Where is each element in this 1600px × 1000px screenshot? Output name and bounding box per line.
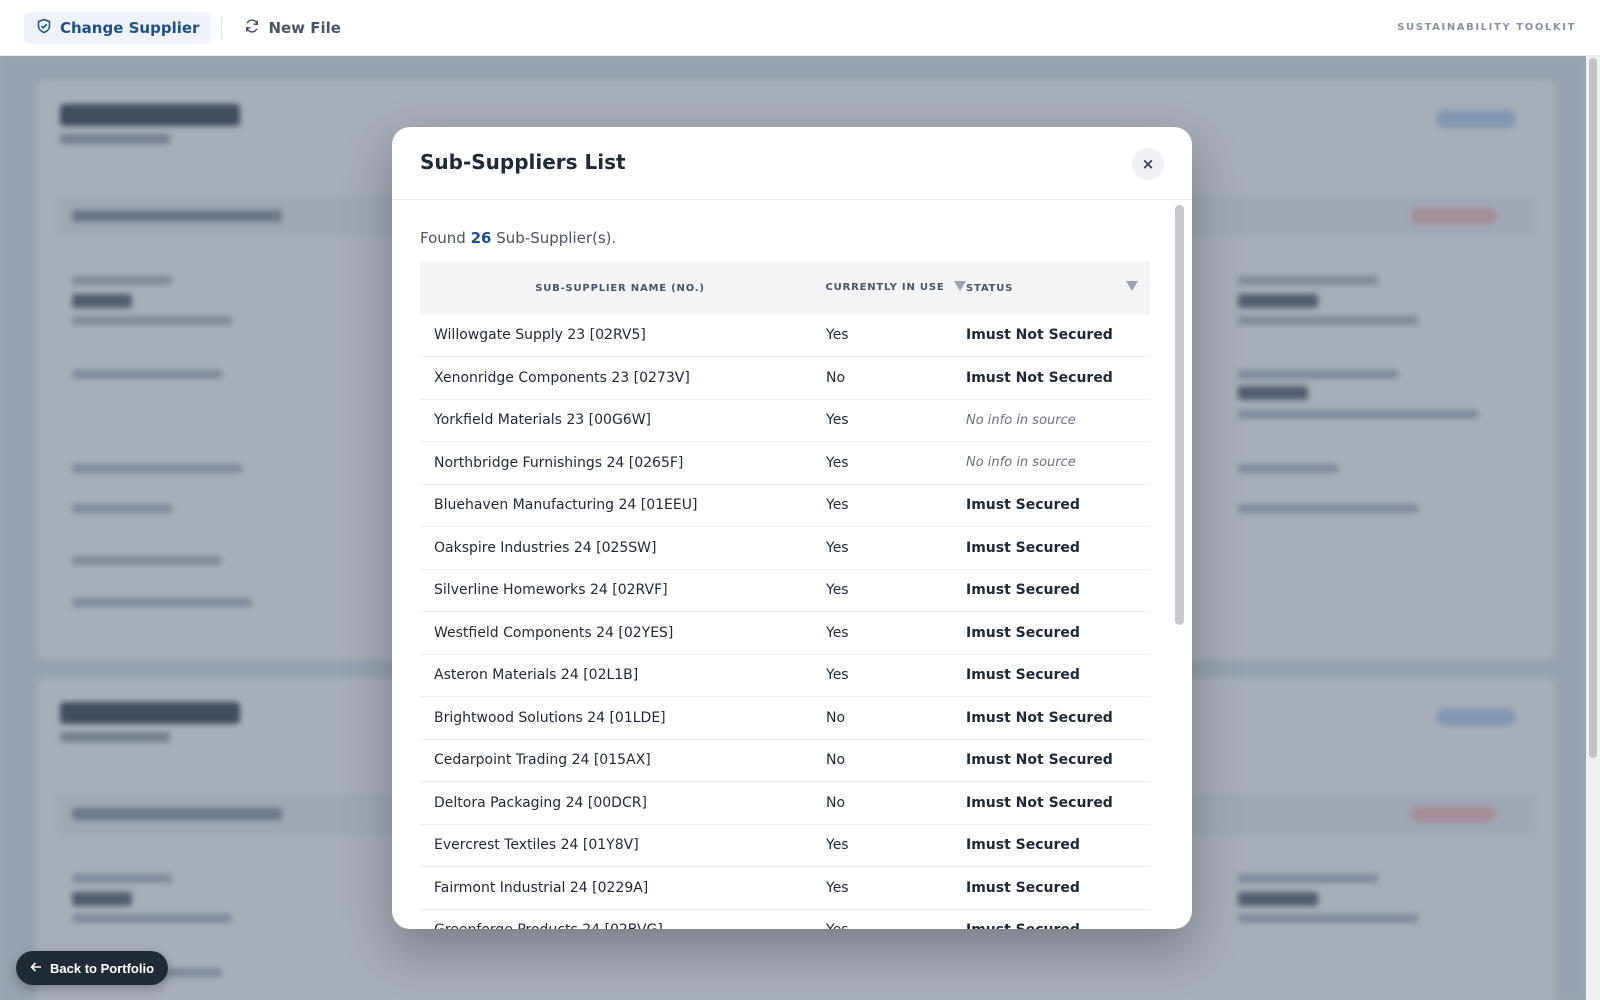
change-supplier-button[interactable]: Change Supplier (24, 11, 212, 44)
sub-supplier-name: Willowgate Supply 23 [02RV5] (434, 327, 646, 343)
sub-supplier-name: Westfield Components 24 [02YES] (434, 624, 674, 641)
column-header-name[interactable]: SUB-SUPPLIER NAME (NO.) (420, 262, 820, 314)
sub-supplier-name: Brightwood Solutions 24 [01LDE] (434, 709, 666, 726)
status-value: Imust Not Secured (966, 794, 1113, 811)
table-row[interactable]: Willowgate Supply 23 [02RV5] Yes Imust Not… (420, 314, 1150, 357)
column-header-status[interactable]: STATUS (966, 262, 1150, 314)
sub-suppliers-table: SUB-SUPPLIER NAME (NO.) CURRENTLY IN USE… (420, 262, 1150, 929)
shield-check-icon (36, 18, 52, 38)
modal-title: Sub-Suppliers List (420, 150, 626, 174)
sub-supplier-name: Cedarpoint Trading 24 [015AX] (434, 752, 651, 769)
status-value: Imust Secured (966, 837, 1080, 854)
status-value: Imust Secured (966, 582, 1080, 599)
in-use-value: No (826, 752, 846, 769)
in-use-value: Yes (826, 624, 849, 641)
refresh-icon (244, 18, 260, 38)
modal-body: Found 26 Sub-Supplier(s). SUB-SUPPLIER N… (392, 201, 1192, 929)
sub-supplier-name: Yorkfield Materials 23 [00G6W] (434, 412, 651, 429)
modal-scrollbar-thumb[interactable] (1175, 205, 1184, 625)
page-scrollbar[interactable] (1586, 56, 1600, 1000)
table-row[interactable]: Yorkfield Materials 23 [00G6W] Yes No info… (420, 399, 1150, 442)
found-prefix: Found (420, 229, 466, 247)
close-icon: × (1141, 155, 1155, 173)
status-value: Imust Secured (966, 909, 1150, 929)
filter-icon[interactable] (954, 281, 966, 291)
arrow-left-icon (30, 961, 42, 976)
status-value: Imust Secured (966, 879, 1080, 896)
in-use-value: Yes (820, 909, 966, 929)
table-row[interactable]: Silverline Homeworks 24 [02RVF] Yes Imust … (420, 569, 1150, 612)
sub-supplier-name: Silverline Homeworks 24 [02RVF] (434, 582, 668, 599)
top-toolbar: Change Supplier New File SUSTAINABILITY … (0, 0, 1600, 56)
table-row[interactable]: Brightwood Solutions 24 [01LDE] No Imust N… (420, 697, 1150, 739)
in-use-value: Yes (826, 837, 849, 854)
sub-supplier-name: Bluehaven Manufacturing 24 [01EEU] (434, 497, 698, 514)
sub-suppliers-modal: Sub-Suppliers List × Found 26 Sub-Suppli… (392, 127, 1192, 929)
in-use-value: No (826, 794, 846, 811)
in-use-value: No (826, 369, 846, 386)
found-suffix: Sub-Supplier(s). (496, 229, 617, 247)
table-row[interactable]: Fairmont Industrial 24 [0229A] Yes Imust S… (420, 867, 1150, 909)
close-button[interactable]: × (1132, 148, 1164, 180)
table-row[interactable]: Deltora Packaging 24 [00DCR] No Imust Not … (420, 782, 1150, 824)
sub-supplier-name: Asteron Materials 24 [02L1B] (434, 667, 639, 684)
page-scrollbar-thumb[interactable] (1589, 58, 1597, 758)
sub-supplier-name: Northbridge Furnishings 24 [0265F] (434, 454, 684, 471)
table-row[interactable]: Bluehaven Manufacturing 24 [01EEU] Yes Imu… (420, 484, 1150, 527)
in-use-value: Yes (826, 497, 849, 514)
modal-header: Sub-Suppliers List × (392, 127, 1192, 200)
status-value: Imust Not Secured (966, 369, 1113, 386)
table-row[interactable]: Evercrest Textiles 24 [01Y8V] Yes Imust Se… (420, 824, 1150, 867)
in-use-value: Yes (826, 667, 849, 684)
sub-supplier-name: Greenforge Products 24 [02BVG] (420, 909, 820, 929)
in-use-value: Yes (826, 412, 849, 429)
in-use-value: Yes (826, 879, 849, 896)
table-row[interactable]: Greenforge Products 24 [02BVG]YesImust S… (420, 909, 1150, 929)
sub-supplier-name: Oakspire Industries 24 [025SW] (434, 539, 657, 556)
in-use-value: Yes (826, 327, 849, 343)
status-value: Imust Secured (966, 667, 1080, 684)
table-row[interactable]: Northbridge Furnishings 24 [0265F] Yes No … (420, 442, 1150, 484)
column-header-status-label: STATUS (966, 282, 1014, 294)
status-value: No info in source (966, 412, 1076, 428)
modal-scrollbar[interactable] (1174, 205, 1184, 923)
sub-supplier-name: Xenonridge Components 23 [0273V] (434, 369, 690, 386)
in-use-value: No (826, 709, 846, 726)
toolbar-divider (221, 16, 223, 39)
results-count: Found 26 Sub-Supplier(s). (420, 229, 616, 247)
status-value: Imust Not Secured (966, 709, 1113, 726)
status-value: Imust Secured (966, 497, 1080, 514)
table-row[interactable]: Asteron Materials 24 [02L1B] Yes Imust Sec… (420, 654, 1150, 697)
table-row[interactable]: Cedarpoint Trading 24 [015AX] No Imust Not… (420, 739, 1150, 782)
back-to-portfolio-label: Back to Portfolio (50, 960, 155, 976)
table-body: Willowgate Supply 23 [02RV5] Yes Imust Not… (420, 314, 1150, 929)
sub-supplier-name: Evercrest Textiles 24 [01Y8V] (434, 837, 639, 854)
in-use-value: Yes (826, 539, 849, 556)
table-row[interactable]: Westfield Components 24 [02YES] Yes Imust … (420, 612, 1150, 654)
in-use-value: Yes (826, 454, 849, 471)
table-header-row: SUB-SUPPLIER NAME (NO.) CURRENTLY IN USE… (420, 262, 1150, 314)
change-supplier-label: Change Supplier (60, 18, 200, 37)
found-count: 26 (470, 229, 492, 247)
status-value: Imust Not Secured (966, 752, 1113, 769)
filter-icon[interactable] (1126, 281, 1138, 291)
status-value: No info in source (966, 455, 1076, 471)
in-use-value: Yes (826, 582, 849, 599)
column-header-name-label: SUB-SUPPLIER NAME (NO.) (535, 282, 705, 294)
new-file-button[interactable]: New File (232, 12, 353, 44)
table-row[interactable]: Xenonridge Components 23 [0273V] No Imust … (420, 357, 1150, 399)
column-header-in-use-label: CURRENTLY IN USE (825, 282, 945, 293)
status-value: Imust Secured (966, 539, 1080, 556)
table-row[interactable]: Oakspire Industries 24 [025SW] Yes Imust S… (420, 527, 1150, 569)
status-value: Imust Not Secured (966, 327, 1113, 343)
back-to-portfolio-button[interactable]: Back to Portfolio (16, 951, 169, 985)
sub-supplier-name: Fairmont Industrial 24 [0229A] (434, 879, 649, 896)
column-header-in-use[interactable]: CURRENTLY IN USE (820, 262, 966, 314)
new-file-label: New File (268, 18, 341, 37)
sub-supplier-name: Deltora Packaging 24 [00DCR] (434, 794, 647, 811)
brand-label: SUSTAINABILITY TOOLKIT (1397, 22, 1576, 33)
status-value: Imust Secured (966, 624, 1080, 641)
